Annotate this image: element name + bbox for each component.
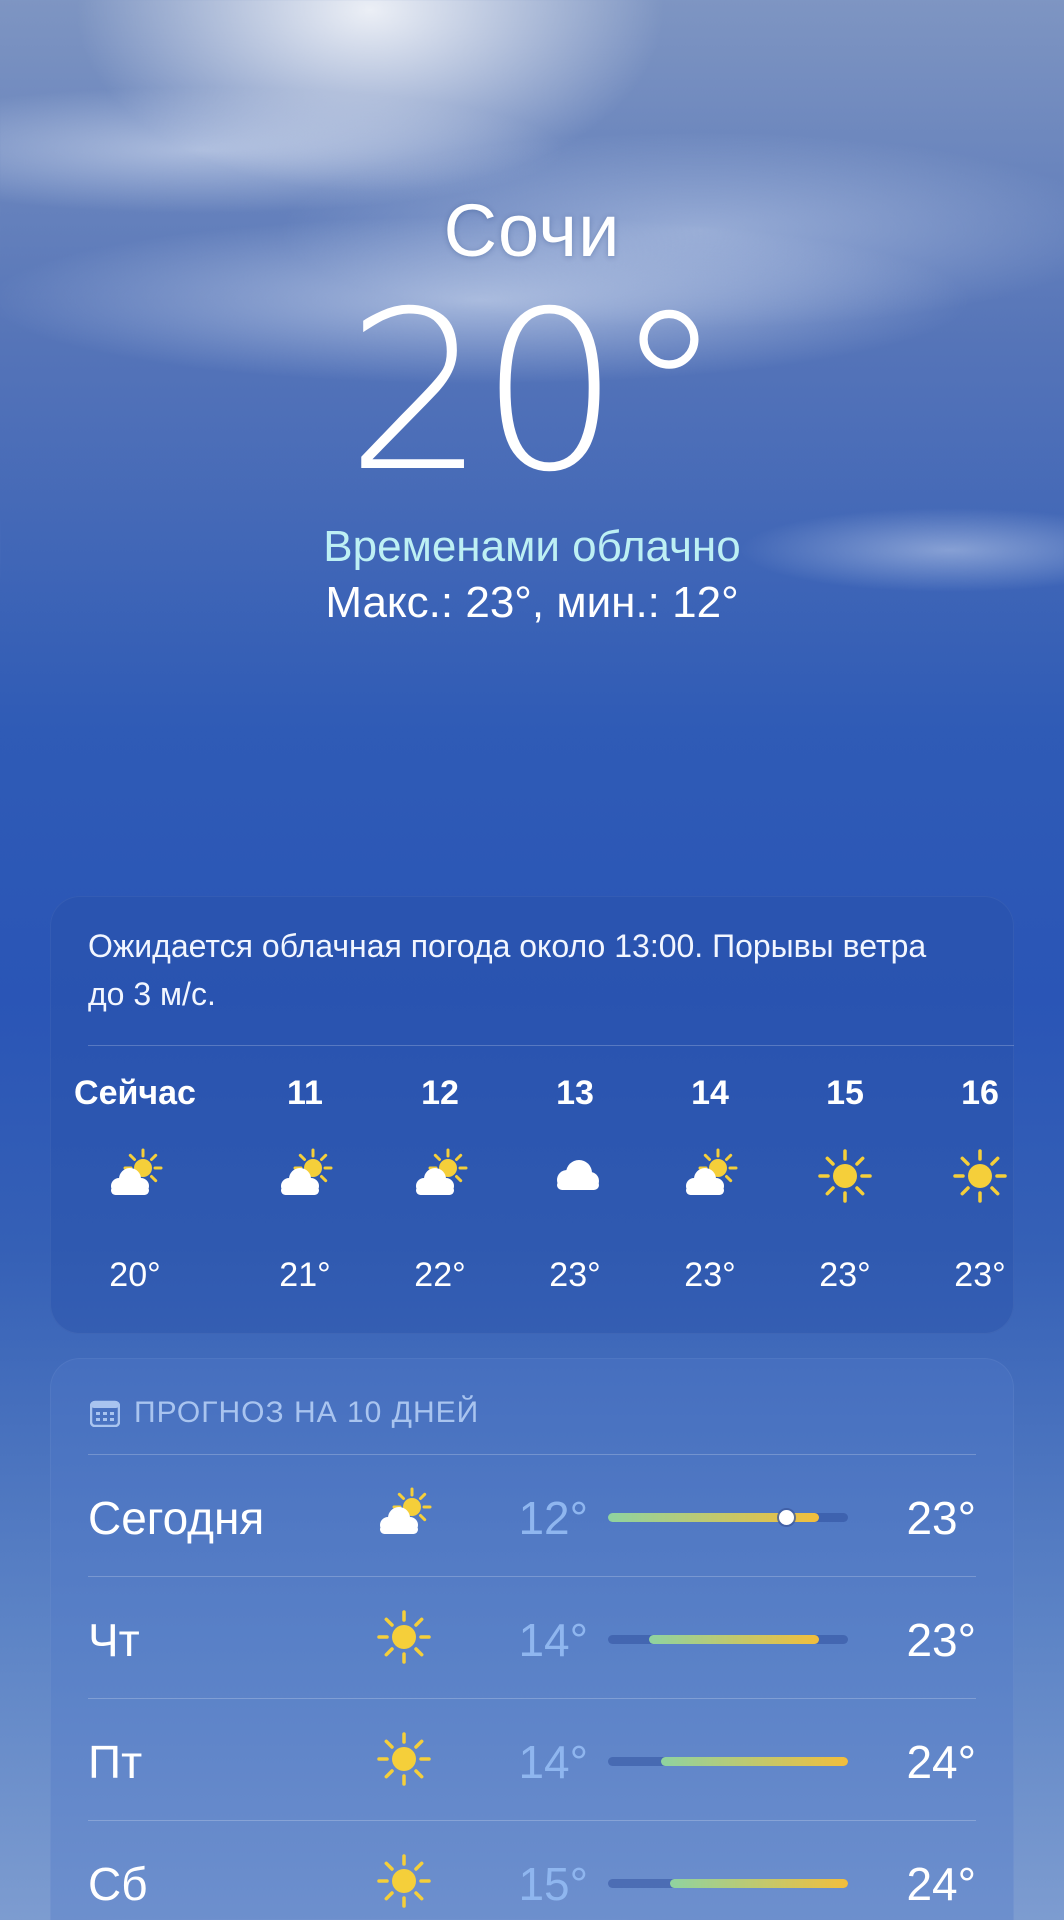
city-name: Сочи [443, 189, 621, 272]
day-min-temp: 14° [518, 1614, 588, 1666]
day-max-temp: 23° [906, 1492, 976, 1544]
partly-cloudy-icon [105, 1146, 165, 1206]
current-weather-header: Сочи 20° Временами облачно Макс.: 23°, м… [0, 0, 1064, 660]
calendar-icon [89, 1399, 121, 1435]
sun-icon [374, 1729, 440, 1789]
current-temp-marker [779, 1510, 794, 1525]
hourly-forecast-card[interactable]: Ожидается облачная погода около 13:00. П… [50, 896, 1014, 1334]
day-row[interactable]: Чт 14° 23° [88, 1577, 976, 1699]
day-max-temp: 23° [906, 1614, 976, 1666]
hourly-scroll[interactable]: Сейчас 20° 11 21° 12 22° 13 23° 14 23° 15 23° 16 23° [50, 1046, 1014, 1326]
temp-range-fill [661, 1757, 848, 1766]
day-min-temp: 15° [518, 1858, 588, 1910]
hour-temperature: 23° [954, 1256, 1006, 1294]
day-min-temp: 14° [518, 1736, 588, 1788]
hour-item: 16 23° [915, 1046, 1014, 1326]
hour-label: Сейчас [74, 1074, 196, 1112]
cloud-icon [545, 1146, 605, 1206]
temp-range-bar [608, 1635, 848, 1644]
temp-range-fill [649, 1635, 819, 1644]
partly-cloudy-icon [275, 1146, 335, 1206]
sun-icon [374, 1851, 440, 1911]
hour-label: 11 [287, 1074, 323, 1112]
hour-label: 12 [421, 1074, 459, 1112]
temp-range-fill [670, 1879, 848, 1888]
partly-cloudy-icon [410, 1146, 470, 1206]
day-name: Пт [88, 1736, 143, 1788]
hour-item: 11 21° [240, 1046, 370, 1326]
hourly-summary: Ожидается облачная погода около 13:00. П… [88, 928, 927, 1012]
ten-day-forecast-card[interactable]: ПРОГНОЗ НА 10 ДНЕЙ Сегодня 12° 23° Чт 14° 23°… [50, 1358, 1014, 1920]
hour-label: 16 [961, 1074, 999, 1112]
hour-item: 14 23° [645, 1046, 775, 1326]
day-min-temp: 12° [518, 1492, 588, 1544]
ten-day-header: ПРОГНОЗ НА 10 ДНЕЙ [89, 1396, 480, 1435]
day-row[interactable]: Пт 14° 24° [88, 1699, 976, 1821]
sun-icon [815, 1146, 875, 1206]
hour-temperature: 20° [109, 1256, 161, 1294]
hour-temperature: 23° [684, 1256, 736, 1294]
current-temperature: 20° [346, 264, 724, 520]
day-row[interactable]: Сегодня 12° 23° [88, 1455, 976, 1577]
hour-label: 13 [556, 1074, 594, 1112]
hour-item: Сейчас 20° [70, 1046, 200, 1326]
temp-range-bar [608, 1879, 848, 1888]
hour-label: 14 [691, 1074, 729, 1112]
hour-temperature: 21° [279, 1256, 331, 1294]
partly-cloudy-icon [374, 1485, 440, 1545]
sun-icon [374, 1607, 440, 1667]
partly-cloudy-icon [680, 1146, 740, 1206]
hour-item: 13 23° [510, 1046, 640, 1326]
hour-temperature: 23° [819, 1256, 871, 1294]
day-max-temp: 24° [906, 1736, 976, 1788]
hour-temperature: 22° [414, 1256, 466, 1294]
day-row[interactable]: Сб 15° 24° [88, 1821, 976, 1920]
high-low-text: Макс.: 23°, мин.: 12° [325, 578, 739, 627]
temp-range-bar [608, 1757, 848, 1766]
hour-label: 15 [826, 1074, 864, 1112]
hour-item: 12 22° [375, 1046, 505, 1326]
day-name: Сегодня [88, 1492, 265, 1544]
hour-item: 15 23° [780, 1046, 910, 1326]
day-name: Чт [88, 1614, 140, 1666]
day-max-temp: 24° [906, 1858, 976, 1910]
day-name: Сб [88, 1858, 148, 1910]
ten-day-header-label: ПРОГНОЗ НА 10 ДНЕЙ [134, 1396, 480, 1429]
condition-text: Временами облачно [323, 522, 741, 571]
temp-range-bar [608, 1510, 848, 1525]
sun-icon [950, 1146, 1010, 1206]
hour-temperature: 23° [549, 1256, 601, 1294]
